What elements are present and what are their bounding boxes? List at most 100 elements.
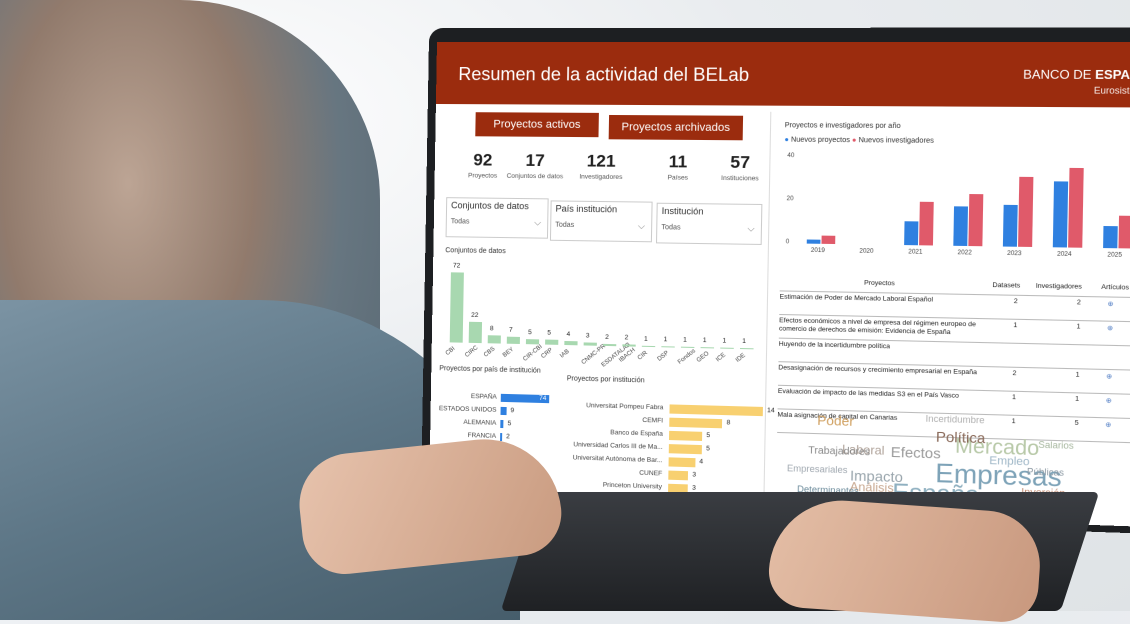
bar[interactable] xyxy=(740,348,754,349)
data-label: 1 xyxy=(644,336,648,343)
bar[interactable] xyxy=(953,207,968,246)
data-label: 5 xyxy=(706,445,710,452)
data-label: 2 xyxy=(625,334,629,341)
tick-label: CIRC xyxy=(464,345,479,359)
article-link-icon[interactable]: ⊕ xyxy=(1106,396,1112,405)
bar[interactable] xyxy=(545,340,558,345)
tick-label: CBS xyxy=(483,346,496,358)
yearly-chart-title: Proyectos e investigadores por año xyxy=(785,122,901,130)
bar[interactable] xyxy=(1003,205,1018,247)
wordcloud-word: Poder xyxy=(817,413,854,429)
tick-label: 2020 xyxy=(859,249,873,255)
bar[interactable] xyxy=(642,346,655,347)
bar[interactable] xyxy=(701,347,714,348)
tick-label: IDE xyxy=(735,353,747,364)
bar[interactable] xyxy=(500,433,502,441)
bar[interactable] xyxy=(500,407,506,415)
bar[interactable] xyxy=(488,335,501,343)
bar[interactable] xyxy=(720,348,734,349)
datasets-chart-title: Conjuntos de datos xyxy=(445,247,505,255)
chevron-down-icon: ⌵ xyxy=(638,221,645,232)
data-label: 1 xyxy=(663,336,667,343)
slicer-datasets[interactable]: Conjuntos de datos Todas ⌵ xyxy=(446,197,549,239)
col-investigadores[interactable]: Investigadores xyxy=(1036,283,1082,291)
kpi-card: 121Investigadores xyxy=(570,151,632,181)
data-label: 2 xyxy=(605,334,609,341)
data-label: 3 xyxy=(692,471,696,478)
axis-tick: 20 xyxy=(786,196,793,202)
bar[interactable] xyxy=(1118,215,1130,248)
col-articulos[interactable]: Artículos xyxy=(1101,284,1129,292)
bar[interactable] xyxy=(526,339,539,344)
bar[interactable] xyxy=(669,404,763,416)
project-name: Desasignación de recursos y crecimiento … xyxy=(778,364,980,377)
tick-label: CUNEF xyxy=(560,467,662,477)
data-label: 3 xyxy=(692,485,696,492)
chevron-down-icon: ⌵ xyxy=(534,217,541,228)
bar[interactable] xyxy=(1103,226,1118,248)
data-label: 8 xyxy=(490,325,494,332)
dashboard-title: Resumen de la actividad del BELab xyxy=(458,64,749,86)
datasets-count: 1 xyxy=(1012,394,1016,401)
kpi-value: 57 xyxy=(709,152,772,173)
bar[interactable] xyxy=(564,341,577,345)
right-hand xyxy=(766,496,1043,624)
bar[interactable] xyxy=(469,321,482,343)
bar[interactable] xyxy=(450,272,464,342)
bar[interactable] xyxy=(669,431,702,441)
bar[interactable] xyxy=(919,202,934,246)
bar[interactable] xyxy=(1068,168,1084,247)
brand-sub: Eurosistema xyxy=(1023,85,1130,96)
project-name: Efectos económicos a nivel de empresa de… xyxy=(779,317,981,338)
bar[interactable] xyxy=(807,239,821,244)
bar[interactable] xyxy=(968,194,983,247)
active-projects-button[interactable]: Proyectos activos xyxy=(475,112,599,137)
wordcloud-word: Trabajadores xyxy=(808,445,870,458)
tick-label: 2019 xyxy=(811,248,825,254)
slicer-value: Todas xyxy=(451,218,470,225)
investigators-count: 1 xyxy=(1076,323,1080,330)
article-link-icon[interactable]: ⊕ xyxy=(1107,324,1113,333)
tick-label: ICE xyxy=(715,352,727,363)
bar[interactable] xyxy=(622,344,635,346)
tick-label: CBI xyxy=(445,346,457,357)
article-link-icon[interactable]: ⊕ xyxy=(1106,372,1112,381)
col-datasets[interactable]: Datasets xyxy=(992,282,1020,290)
chevron-down-icon: ⌵ xyxy=(747,223,754,234)
data-label: 14 xyxy=(767,407,775,414)
datasets-count: 2 xyxy=(1014,298,1018,305)
legend-projects: Nuevos proyectos xyxy=(791,137,850,145)
kpi-label: Investigadores xyxy=(570,173,631,181)
tick-label: Princeton University xyxy=(560,480,662,490)
bar[interactable] xyxy=(1018,177,1033,247)
bar[interactable] xyxy=(661,346,674,347)
data-label: 2 xyxy=(506,433,510,440)
bar[interactable] xyxy=(507,337,520,344)
brand-name-bold: ESPAÑA xyxy=(1095,67,1130,82)
datasets-count: 1 xyxy=(1013,322,1017,329)
project-name: Evaluación de impacto de las medidas S3 … xyxy=(778,388,980,401)
brand-logo: BANCO DE ESPAÑA Eurosistema xyxy=(1023,67,1130,96)
legend-dot-icon: ● xyxy=(784,137,789,144)
archived-projects-button[interactable]: Proyectos archivados xyxy=(609,115,743,140)
bar[interactable] xyxy=(904,221,918,245)
slicer-country[interactable]: País institución Todas ⌵ xyxy=(550,200,653,242)
slicer-label: País institución xyxy=(555,203,617,214)
bar[interactable] xyxy=(500,420,503,428)
bar[interactable] xyxy=(668,471,688,481)
project-name: Huyendo de la incertidumbre política xyxy=(779,341,981,354)
slicer-label: Institución xyxy=(662,206,704,217)
wordcloud-word: Efectos xyxy=(891,443,941,461)
tick-label: IAB xyxy=(559,349,570,360)
bar[interactable] xyxy=(1053,181,1068,247)
bar[interactable] xyxy=(584,342,597,345)
data-label: 3 xyxy=(586,332,590,339)
bar[interactable] xyxy=(821,235,835,244)
article-link-icon[interactable]: ⊕ xyxy=(1107,300,1113,309)
bar[interactable] xyxy=(669,444,702,454)
bar[interactable] xyxy=(603,344,616,346)
slicer-institution[interactable]: Institución Todas ⌵ xyxy=(656,203,762,245)
bar[interactable] xyxy=(669,418,722,429)
bar[interactable] xyxy=(669,457,696,467)
tick-label: CEMFI xyxy=(561,415,663,425)
